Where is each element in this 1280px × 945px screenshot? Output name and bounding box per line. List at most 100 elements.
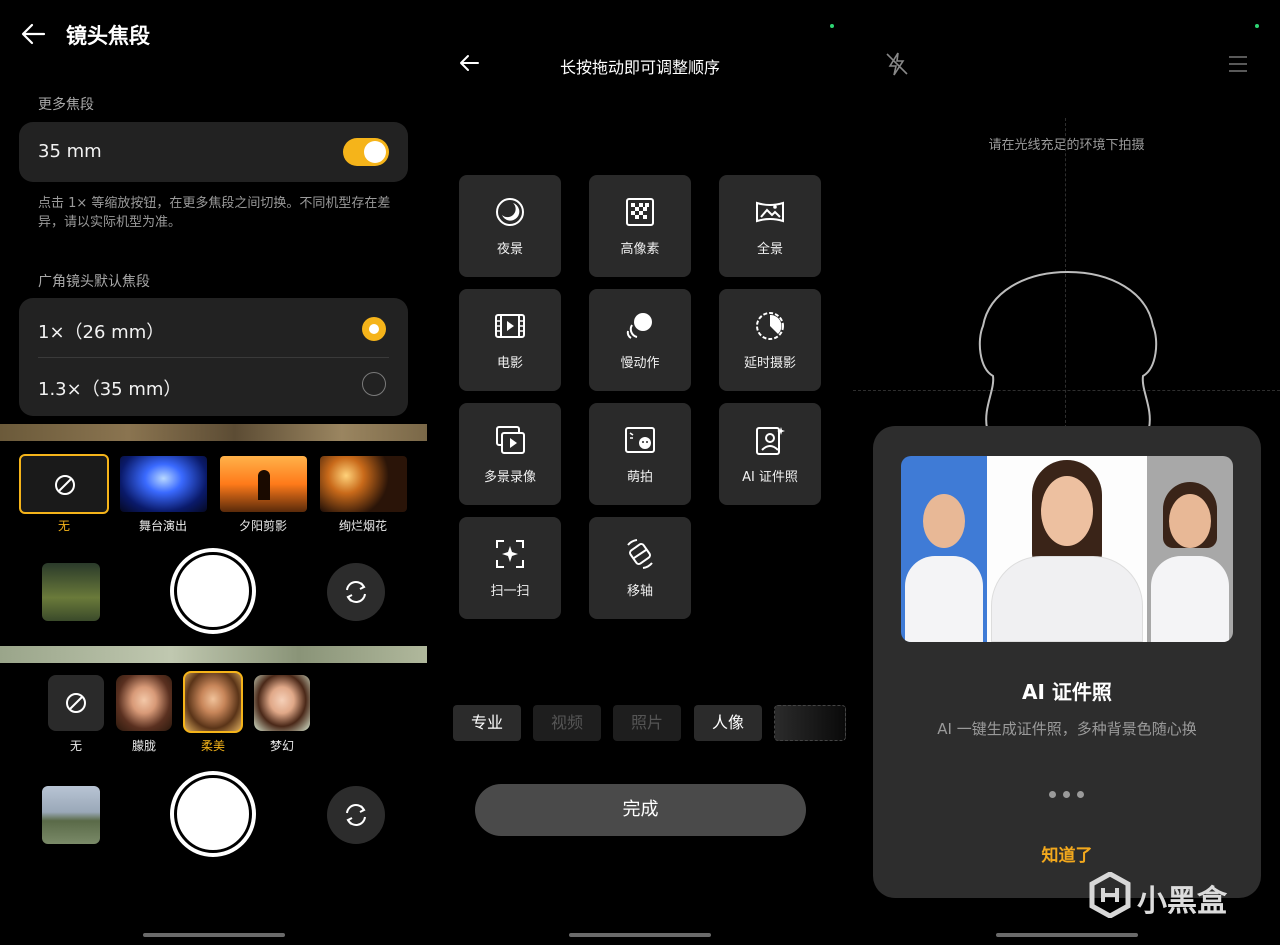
section-label-more-focal: 更多焦段 [38,97,94,113]
face [1169,494,1211,548]
focal-35mm-label: 35 mm [38,141,102,162]
night-icon [496,198,524,226]
white-background-sample [987,456,1147,642]
tile-label: 电影 [496,356,523,371]
mode-tile-slow-motion[interactable]: 慢动作 [589,289,691,391]
menu-button[interactable] [1227,54,1249,74]
tile-label: 萌拍 [626,470,653,485]
tile-label: 多景录像 [483,470,536,485]
filter-label: 夕阳剪影 [238,519,287,533]
filter-label: 无 [57,519,70,533]
mode-tile-film[interactable]: 电影 [459,289,561,391]
mode-chip-pro[interactable]: 专业 [453,705,521,741]
switch-camera-button[interactable] [327,786,385,844]
filter-none-thumb[interactable] [19,454,109,514]
mode-tile-high-pixel[interactable]: 高像素 [589,175,691,277]
mode-chip-portrait[interactable]: 人像 [694,705,762,741]
filter-fireworks-thumb[interactable] [320,456,407,512]
gray-background-sample [1147,456,1233,642]
switch-camera-icon [346,581,366,603]
page-indicator [1049,791,1085,799]
wide-default-card: 1×（26 mm） 1.3×（35 mm） [19,298,408,416]
shutter-button[interactable] [174,775,252,853]
tile-label: 高像素 [620,242,660,257]
shirt [1151,556,1229,642]
slow-motion-icon [626,313,652,339]
gallery-thumbnail[interactable] [42,786,100,844]
head-outline-guide [978,270,1158,428]
intro-sheet: AI 证件照 AI 一键生成证件照，多种背景色随心换 知道了 [873,426,1261,898]
radio-unselected[interactable] [362,372,386,396]
beauty-soft-thumb[interactable] [183,671,243,733]
option-1-3x-label: 1.3×（35 mm） [38,379,182,400]
back-button[interactable] [18,20,48,48]
mode-tile-scan[interactable]: 扫一扫 [459,517,561,619]
filter-sunset-thumb[interactable] [220,456,307,512]
id-photo-panel: 请在光线充足的环境下拍摄 AI 证件照 AI 一键生成证件照，多种背景色随心换 … [853,0,1280,945]
page-dot [1063,791,1070,798]
status-dot [830,24,834,28]
beauty-none-thumb[interactable] [48,675,104,731]
option-1-3x[interactable]: 1.3×（35 mm） [19,357,408,416]
mode-tile-id-photo[interactable]: AI 证件照 [719,403,821,505]
panorama-icon [756,201,784,223]
mode-chip-placeholder[interactable] [774,705,846,741]
done-button[interactable]: 完成 [475,784,806,836]
mode-tile-night[interactable]: 夜景 [459,175,561,277]
radio-selected[interactable] [362,317,386,341]
status-dot [1255,24,1259,28]
mode-tile-multi-view[interactable]: 多景录像 [459,403,561,505]
switch-camera-button[interactable] [327,563,385,621]
face [1041,476,1093,546]
home-indicator[interactable] [142,933,285,937]
home-indicator[interactable] [569,933,711,937]
multi-view-icon [496,426,525,454]
no-filter-icon [66,693,86,713]
mode-order-panel: 长按拖动即可调整顺序 夜景 高像素 全景 电影 慢动作 延时摄影 多景录像 萌拍… [427,0,853,945]
filter-stage-thumb[interactable] [120,456,207,512]
option-1x-label: 1×（26 mm） [38,322,165,343]
shutter-button[interactable] [174,552,252,630]
id-photo-icon [756,427,785,455]
mode-chip-video[interactable]: 视频 [533,705,601,741]
beauty-label: 梦幻 [269,739,294,753]
beauty-dream-thumb[interactable] [254,675,310,731]
back-arrow-icon [21,23,46,45]
mode-tile-panorama[interactable]: 全景 [719,175,821,277]
tile-label: 移轴 [626,584,653,599]
home-indicator[interactable] [995,933,1138,937]
more-focal-hint: 点击 1× 等缩放按钮，在更多焦段之间切换。不同机型存在差异，请以实际机型为准。 [38,196,391,230]
mode-tile-cute-shot[interactable]: 萌拍 [589,403,691,505]
menu-icon [1229,56,1247,72]
flash-off-icon [886,52,908,76]
switch-camera-icon [346,804,366,826]
no-filter-icon [55,475,75,495]
mode-tile-tilt-shift[interactable]: 移轴 [589,517,691,619]
beauty-hazy-thumb[interactable] [116,675,172,731]
filter-label: 舞台演出 [138,519,187,533]
silhouette [258,470,270,500]
gallery-thumbnail[interactable] [42,563,100,621]
option-1x[interactable]: 1×（26 mm） [19,298,408,357]
scan-icon [496,540,524,568]
tile-label: 夜景 [496,242,523,257]
sheet-description: AI 一键生成证件照，多种背景色随心换 [937,720,1197,738]
mode-tile-timelapse[interactable]: 延时摄影 [719,289,821,391]
tile-label: 延时摄影 [743,356,796,371]
section-label-wide-default: 广角镜头默认焦段 [38,274,150,290]
face [923,494,965,548]
toggle-knob [364,141,386,163]
cute-shot-icon [625,427,655,453]
film-icon [495,314,525,338]
page-title: 镜头焦段 [66,24,150,48]
camera-preview-strip [0,424,427,441]
page-dot [1049,791,1056,798]
tile-label: AI 证件照 [742,470,798,485]
focal-35mm-toggle[interactable] [343,138,389,166]
lighting-hint: 请在光线充足的环境下拍摄 [988,138,1145,153]
got-it-button[interactable]: 知道了 [873,841,1261,866]
high-pixel-icon [626,198,654,226]
mode-chip-photo[interactable]: 照片 [613,705,681,741]
filter-label: 绚烂烟花 [338,519,387,533]
flash-off-button[interactable] [883,50,911,78]
